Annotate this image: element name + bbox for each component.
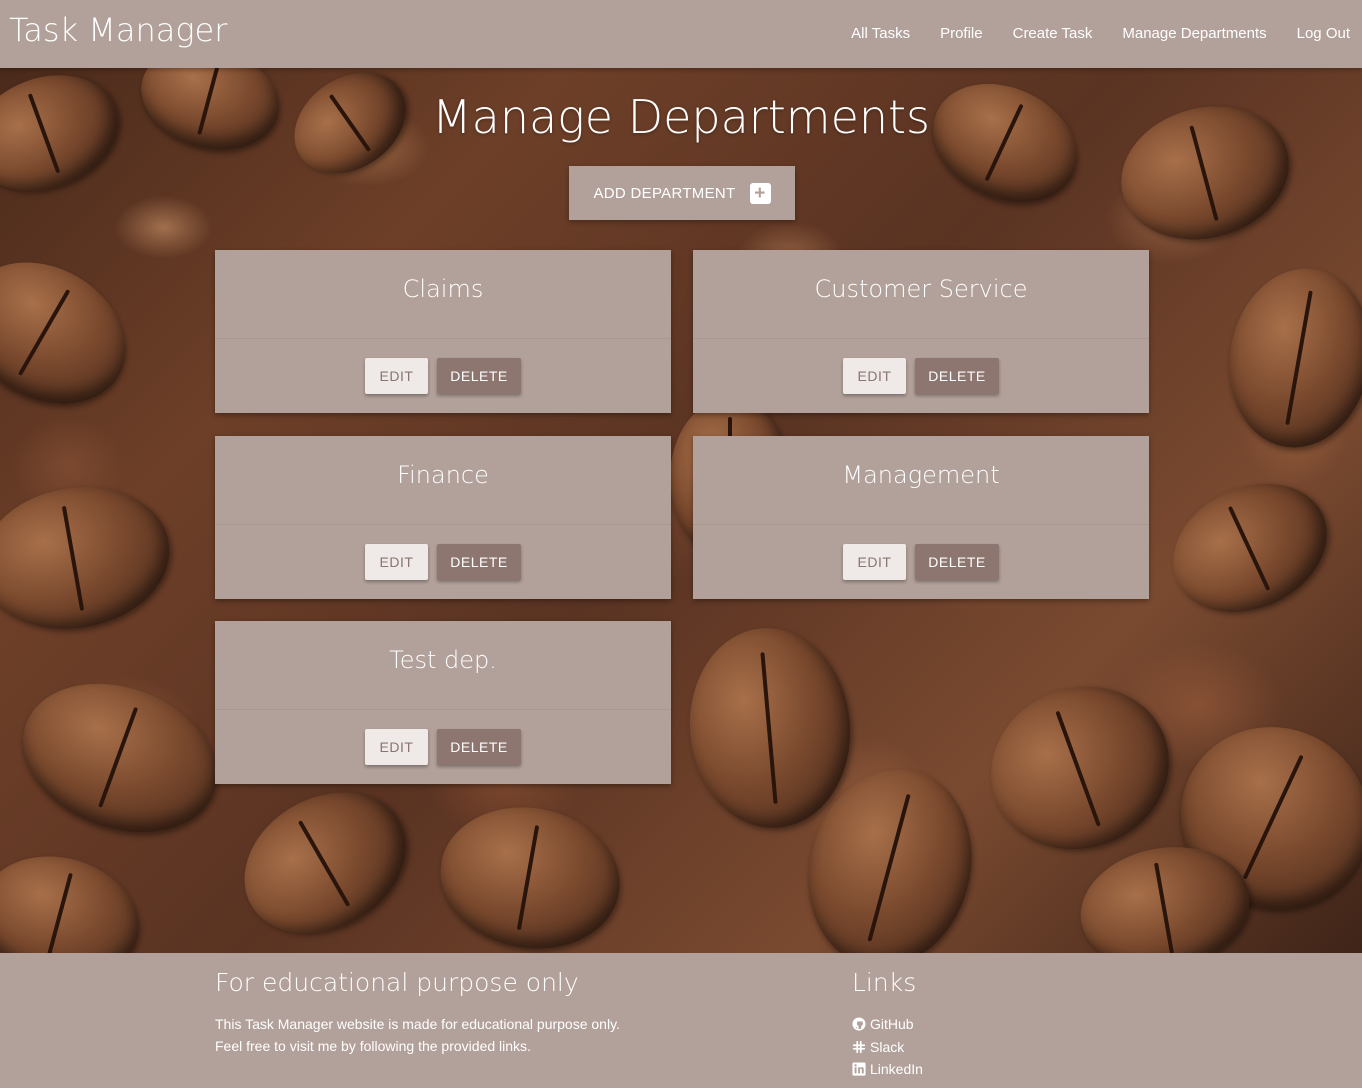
linkedin-icon xyxy=(852,1062,866,1076)
footer-link-linkedin[interactable]: LinkedIn xyxy=(852,1058,923,1081)
delete-button[interactable]: DELETE xyxy=(437,358,521,394)
bean-decoration xyxy=(218,764,432,953)
bean-decoration xyxy=(0,234,152,432)
department-name: Customer Service xyxy=(814,275,1028,303)
delete-button[interactable]: DELETE xyxy=(437,544,521,580)
card-actions: EDIT DELETE xyxy=(693,358,1149,394)
bean-decoration xyxy=(0,472,181,644)
footer-links: Links GitHub Slack LinkedIn xyxy=(852,967,923,1081)
add-department-button[interactable]: ADD DEPARTMENT + xyxy=(569,166,795,220)
department-card: Claims EDIT DELETE xyxy=(215,250,671,413)
card-divider xyxy=(693,524,1149,525)
footer-about: For educational purpose only This Task M… xyxy=(215,967,620,1057)
nav-link-profile[interactable]: Profile xyxy=(925,0,998,68)
bean-decoration xyxy=(1215,257,1362,459)
bean-decoration xyxy=(2,658,238,858)
bean-decoration xyxy=(968,662,1192,874)
edit-button[interactable]: EDIT xyxy=(843,358,906,394)
footer-about-heading: For educational purpose only xyxy=(215,968,579,997)
coffee-bean-background: Manage Departments ADD DEPARTMENT + Clai… xyxy=(0,68,1362,953)
bean-decoration xyxy=(429,793,631,953)
department-name: Claims xyxy=(402,275,484,303)
edit-button[interactable]: EDIT xyxy=(365,729,428,765)
department-card: Finance EDIT DELETE xyxy=(215,436,671,599)
department-name: Test dep. xyxy=(389,646,497,674)
nav-links: All Tasks Profile Create Task Manage Dep… xyxy=(836,0,1362,68)
nav-link-manage-departments[interactable]: Manage Departments xyxy=(1107,0,1281,68)
footer-links-heading: Links xyxy=(852,968,917,997)
department-card: Customer Service EDIT DELETE xyxy=(693,250,1149,413)
bean-decoration xyxy=(1152,459,1348,637)
footer-about-line: Feel free to visit me by following the p… xyxy=(215,1038,531,1054)
edit-button[interactable]: EDIT xyxy=(843,544,906,580)
department-name: Management xyxy=(842,461,1000,489)
footer: For educational purpose only This Task M… xyxy=(0,953,1362,1088)
brand-logo[interactable]: Task Manager xyxy=(9,10,227,50)
card-actions: EDIT DELETE xyxy=(215,729,671,765)
card-divider xyxy=(215,338,671,339)
github-icon xyxy=(852,1017,866,1031)
delete-button[interactable]: DELETE xyxy=(915,544,999,580)
add-department-label: ADD DEPARTMENT xyxy=(593,184,736,202)
card-divider xyxy=(693,338,1149,339)
nav-link-log-out[interactable]: Log Out xyxy=(1282,0,1362,68)
footer-link-github[interactable]: GitHub xyxy=(852,1013,923,1036)
department-name: Finance xyxy=(397,461,489,489)
card-actions: EDIT DELETE xyxy=(693,544,1149,580)
delete-button[interactable]: DELETE xyxy=(437,729,521,765)
page-title: Manage Departments xyxy=(431,90,931,144)
footer-link-slack[interactable]: Slack xyxy=(852,1036,923,1059)
nav-link-create-task[interactable]: Create Task xyxy=(998,0,1108,68)
card-divider xyxy=(215,524,671,525)
footer-link-label: GitHub xyxy=(870,1016,914,1032)
card-actions: EDIT DELETE xyxy=(215,358,671,394)
edit-button[interactable]: EDIT xyxy=(365,358,428,394)
department-card: Test dep. EDIT DELETE xyxy=(215,621,671,784)
slack-icon xyxy=(852,1040,866,1053)
bean-decoration xyxy=(0,839,153,953)
bean-decoration xyxy=(681,621,859,835)
card-actions: EDIT DELETE xyxy=(215,544,671,580)
nav-link-all-tasks[interactable]: All Tasks xyxy=(836,0,925,68)
footer-link-label: Slack xyxy=(870,1038,905,1055)
department-card: Management EDIT DELETE xyxy=(693,436,1149,599)
edit-button[interactable]: EDIT xyxy=(365,544,428,580)
delete-button[interactable]: DELETE xyxy=(915,358,999,394)
card-divider xyxy=(215,709,671,710)
plus-square-icon: + xyxy=(749,182,771,204)
footer-about-line: This Task Manager website is made for ed… xyxy=(215,1016,620,1032)
footer-link-label: LinkedIn xyxy=(870,1061,923,1077)
navbar: Task Manager All Tasks Profile Create Ta… xyxy=(0,0,1362,68)
